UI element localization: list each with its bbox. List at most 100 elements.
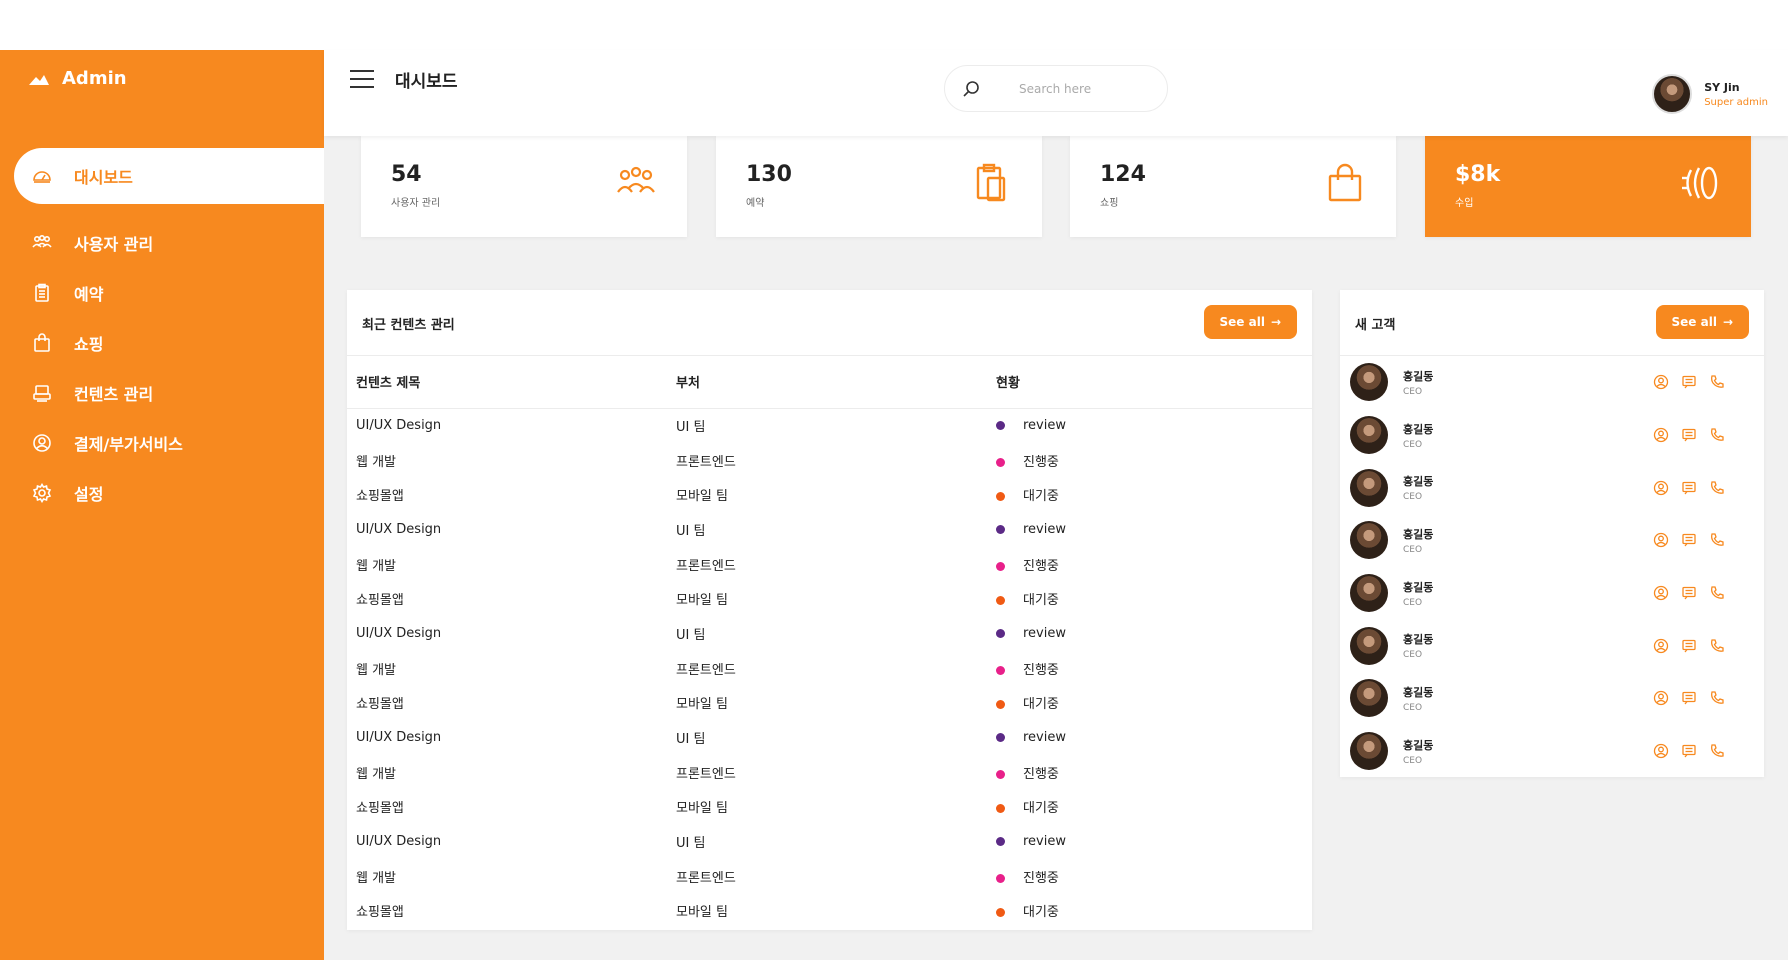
sidebar-item-label: 컨텐츠 관리: [74, 385, 154, 404]
phone-icon[interactable]: [1709, 690, 1725, 706]
column-header: 현황: [987, 356, 1312, 409]
table-row[interactable]: 쇼핑몰앱 모바일 팀 대기중: [347, 790, 1312, 825]
sidebar-nav: 대시보드 사용자 관리 예약 쇼핑 컨텐츠 관리 결제/부가서비스 설정: [0, 148, 324, 518]
status-text: review: [1023, 730, 1066, 746]
message-icon[interactable]: [1681, 638, 1697, 654]
profile-icon[interactable]: [1653, 638, 1669, 654]
status-dot-icon: [996, 596, 1005, 606]
see-all-button[interactable]: See all →: [1203, 305, 1297, 339]
phone-icon[interactable]: [1709, 427, 1725, 443]
profile-icon[interactable]: [1653, 743, 1669, 759]
search-icon[interactable]: [961, 79, 981, 99]
content-title-cell: UI/UX Design: [356, 521, 442, 537]
table-row[interactable]: 쇼핑몰앱 모바일 팀 대기중: [347, 477, 1312, 512]
status-text: 진행중: [1023, 870, 1059, 886]
message-icon[interactable]: [1681, 427, 1697, 443]
message-icon[interactable]: [1681, 480, 1697, 496]
profile-icon[interactable]: [1653, 374, 1669, 390]
user-profile[interactable]: SY Jin Super admin: [1652, 74, 1768, 114]
message-icon[interactable]: [1681, 532, 1697, 548]
table-row[interactable]: 웹 개발 프론트엔드 진행중: [347, 443, 1312, 478]
message-icon[interactable]: [1681, 743, 1697, 759]
phone-icon[interactable]: [1709, 480, 1725, 496]
sidebar-item-settings[interactable]: 설정: [0, 468, 324, 518]
status-text: 진행중: [1023, 766, 1059, 782]
content-table: 컨텐츠 제목 부처 현황 UI/UX Design UI 팀 review 웹 개발 프…: [347, 356, 1312, 928]
sidebar-item-label: 쇼핑: [74, 335, 104, 354]
customer-info: 홍길동 CEO: [1403, 421, 1653, 450]
stat-card-shopping[interactable]: 124 쇼핑: [1070, 136, 1396, 237]
list-item[interactable]: 홍길동 CEO: [1340, 725, 1764, 778]
panel-title: 최근 컨텐츠 관리: [362, 318, 455, 333]
coins-icon: [1682, 166, 1718, 200]
avatar: [1350, 468, 1388, 507]
sidebar-item-reservation[interactable]: 예약: [0, 268, 324, 318]
status-cell: 진행중: [987, 443, 1312, 478]
table-row[interactable]: 웹 개발 프론트엔드 진행중: [347, 547, 1312, 582]
sidebar-item-users[interactable]: 사용자 관리: [0, 218, 324, 268]
phone-icon[interactable]: [1709, 374, 1725, 390]
customer-name: 홍길동: [1403, 738, 1434, 752]
message-icon[interactable]: [1681, 374, 1697, 390]
avatar: [1350, 574, 1388, 613]
profile-icon[interactable]: [1653, 585, 1669, 601]
sidebar-item-content[interactable]: 컨텐츠 관리: [0, 368, 324, 418]
content-title-cell: UI/UX Design: [356, 418, 442, 434]
list-item[interactable]: 홍길동 CEO: [1340, 567, 1764, 620]
phone-icon[interactable]: [1709, 585, 1725, 601]
table-row[interactable]: UI/UX Design UI 팀 review: [347, 512, 1312, 547]
search-input[interactable]: [1019, 81, 1149, 96]
customer-actions: [1653, 690, 1725, 706]
list-item[interactable]: 홍길동 CEO: [1340, 619, 1764, 672]
table-row[interactable]: UI/UX Design UI 팀 review: [347, 408, 1312, 443]
table-row[interactable]: 웹 개발 프론트엔드 진행중: [347, 755, 1312, 790]
sidebar-item-shopping[interactable]: 쇼핑: [0, 318, 324, 368]
list-item[interactable]: 홍길동 CEO: [1340, 672, 1764, 725]
stat-card-users[interactable]: 54 사용자 관리: [361, 136, 687, 237]
avatar: [1350, 626, 1388, 665]
main-content: 54 사용자 관리 130 예약 124 쇼핑 $8k 수입 최근 컨텐츠 관리…: [324, 136, 1788, 960]
table-row[interactable]: 쇼핑몰앱 모바일 팀 대기중: [347, 581, 1312, 616]
content-title-cell: 웹 개발: [356, 766, 397, 782]
menu-toggle-button[interactable]: [350, 70, 374, 90]
customer-actions: [1653, 743, 1725, 759]
profile-icon[interactable]: [1653, 480, 1669, 496]
brand[interactable]: Admin: [28, 68, 127, 89]
list-item[interactable]: 홍길동 CEO: [1340, 461, 1764, 514]
sidebar-item-payment[interactable]: 결제/부가서비스: [0, 418, 324, 468]
table-row[interactable]: 쇼핑몰앱 모바일 팀 대기중: [347, 894, 1312, 929]
content-title-cell: UI/UX Design: [356, 834, 442, 850]
profile-icon[interactable]: [1653, 532, 1669, 548]
stat-card-income[interactable]: $8k 수입: [1425, 136, 1751, 237]
stat-label: 예약: [746, 198, 765, 209]
profile-icon[interactable]: [1653, 427, 1669, 443]
table-row[interactable]: UI/UX Design UI 팀 review: [347, 616, 1312, 651]
customer-actions: [1653, 532, 1725, 548]
list-item[interactable]: 홍길동 CEO: [1340, 409, 1764, 462]
table-row[interactable]: 웹 개발 프론트엔드 진행중: [347, 651, 1312, 686]
dashboard-icon: [33, 171, 51, 183]
customer-actions: [1653, 480, 1725, 496]
profile-icon[interactable]: [1653, 690, 1669, 706]
message-icon[interactable]: [1681, 585, 1697, 601]
sidebar-item-dashboard[interactable]: 대시보드: [14, 148, 324, 204]
message-icon[interactable]: [1681, 690, 1697, 706]
table-row[interactable]: UI/UX Design UI 팀 review: [347, 720, 1312, 755]
see-all-button[interactable]: See all →: [1655, 305, 1749, 339]
phone-icon[interactable]: [1709, 743, 1725, 759]
table-row[interactable]: 쇼핑몰앱 모바일 팀 대기중: [347, 686, 1312, 721]
list-item[interactable]: 홍길동 CEO: [1340, 514, 1764, 567]
table-row[interactable]: 웹 개발 프론트엔드 진행중: [347, 859, 1312, 894]
phone-icon[interactable]: [1709, 638, 1725, 654]
department-cell: UI 팀: [676, 420, 706, 436]
table-row[interactable]: UI/UX Design UI 팀 review: [347, 824, 1312, 859]
phone-icon[interactable]: [1709, 532, 1725, 548]
list-item[interactable]: 홍길동 CEO: [1340, 356, 1764, 409]
sidebar-item-label: 사용자 관리: [74, 235, 154, 254]
stat-card-reservation[interactable]: 130 예약: [716, 136, 1042, 237]
status-cell: review: [987, 512, 1312, 547]
status-text: 진행중: [1023, 558, 1059, 574]
status-text: 대기중: [1023, 593, 1059, 609]
arrow-right-icon: →: [1722, 315, 1733, 329]
department-cell: UI 팀: [676, 627, 706, 643]
